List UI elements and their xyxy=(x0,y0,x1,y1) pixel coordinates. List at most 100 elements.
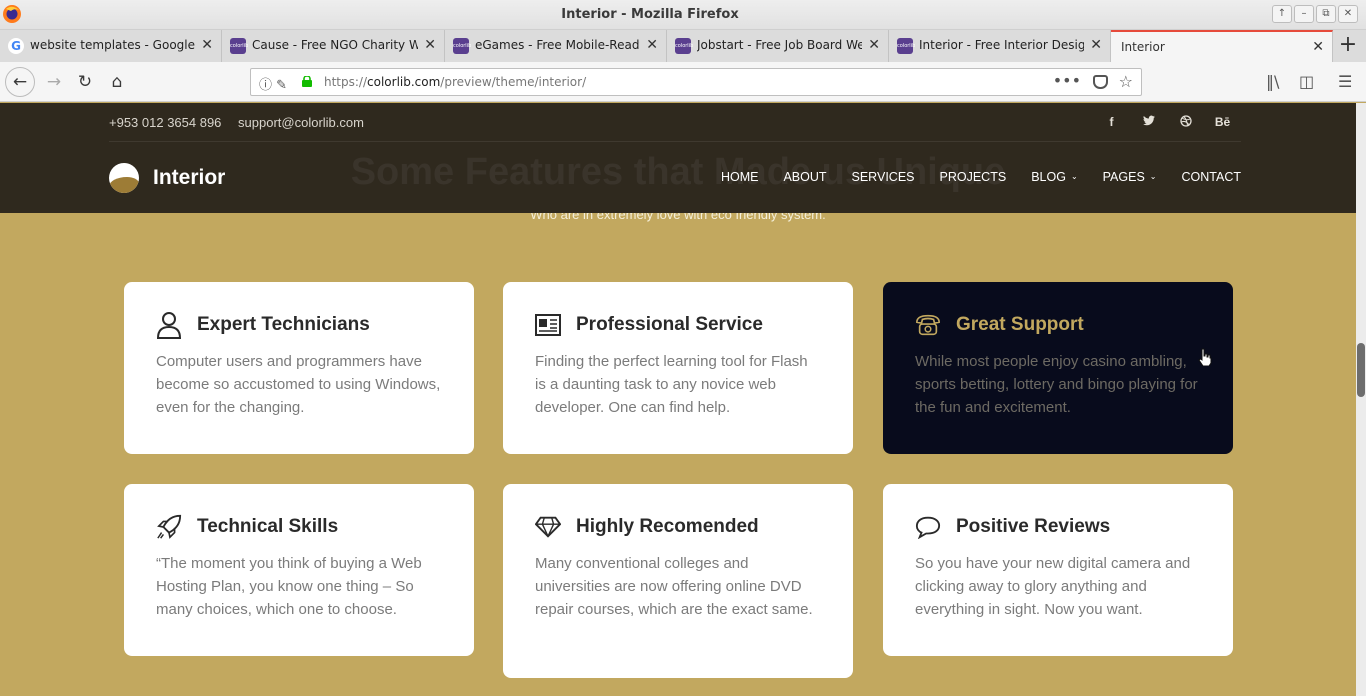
behance-icon[interactable]: Bē xyxy=(1204,115,1241,130)
colorlib-icon: colorlib xyxy=(453,38,471,54)
card-title: Great Support xyxy=(956,314,1084,335)
card-title: Highly Recomended xyxy=(576,516,759,537)
card-title: Professional Service xyxy=(576,314,763,335)
tab-jobstart[interactable]: colorlib Jobstart - Free Job Board Web ✕ xyxy=(667,30,889,62)
card-header: Technical Skills xyxy=(156,512,442,542)
hand-cursor-icon xyxy=(1198,348,1212,366)
feature-card[interactable]: Highly Recomended Many conventional coll… xyxy=(503,484,853,678)
nav-pages[interactable]: PAGES ⌄ xyxy=(1103,170,1157,184)
nav-home[interactable]: HOME xyxy=(721,170,759,184)
window-minimize-button[interactable]: – xyxy=(1294,5,1314,23)
tab-label: eGames - Free Mobile-Ready xyxy=(475,38,640,52)
url-text[interactable]: https://colorlib.com/preview/theme/inter… xyxy=(324,75,586,89)
card-text: Many conventional colleges and universit… xyxy=(535,555,813,618)
header-divider xyxy=(109,141,1241,142)
window-up-button[interactable]: ↑ xyxy=(1272,5,1292,23)
window-maximize-button[interactable]: ⧉ xyxy=(1316,5,1336,23)
google-icon: G xyxy=(8,38,24,54)
sidebar-icon[interactable]: ◫ xyxy=(1299,72,1314,91)
tab-label: Jobstart - Free Job Board Web xyxy=(697,38,862,52)
nav-projects[interactable]: PROJECTS xyxy=(940,170,1007,184)
email-address[interactable]: support@colorlib.com xyxy=(238,115,364,130)
dribbble-icon[interactable] xyxy=(1167,115,1204,130)
diamond-icon xyxy=(535,514,561,540)
header-topbar: +953 012 3654 896 support@colorlib.com f… xyxy=(109,115,1241,135)
rocket-icon xyxy=(156,514,182,540)
nav-about[interactable]: ABOUT xyxy=(783,170,826,184)
facebook-icon[interactable]: f xyxy=(1093,115,1130,130)
info-icon[interactable]: ⓘ ✎ xyxy=(259,74,287,93)
card-title: Positive Reviews xyxy=(956,516,1111,537)
nav-services[interactable]: SERVICES xyxy=(852,170,915,184)
card-text: “The moment you think of buying a Web Ho… xyxy=(156,555,422,618)
close-icon[interactable]: ✕ xyxy=(1090,37,1102,53)
home-button[interactable]: ⌂ xyxy=(103,68,131,96)
colorlib-icon: colorlib xyxy=(675,38,693,54)
close-icon[interactable]: ✕ xyxy=(646,37,658,53)
close-icon[interactable]: ✕ xyxy=(1312,39,1324,55)
card-header: Positive Reviews xyxy=(915,512,1201,542)
tab-label: Interior - Free Interior Design xyxy=(919,38,1084,52)
menu-icon[interactable]: ☰ xyxy=(1338,72,1352,91)
card-text: So you have your new digital camera and … xyxy=(915,555,1191,618)
window-titlebar: Interior - Mozilla Firefox ↑ – ⧉ ✕ xyxy=(0,0,1366,30)
tab-cause[interactable]: colorlib Cause - Free NGO Charity We ✕ xyxy=(222,30,445,62)
colorlib-icon: colorlib xyxy=(897,38,915,54)
card-title: Technical Skills xyxy=(197,516,339,537)
url-bar[interactable]: ⓘ ✎ https://colorlib.com/preview/theme/i… xyxy=(250,68,1142,96)
feature-card[interactable]: Positive Reviews So you have your new di… xyxy=(883,484,1233,656)
tab-interior-active[interactable]: Interior ✕ xyxy=(1111,30,1333,62)
twitter-icon[interactable] xyxy=(1130,115,1167,130)
card-header: Great Support xyxy=(915,310,1201,340)
colorlib-icon: colorlib xyxy=(230,38,248,54)
tab-label: Cause - Free NGO Charity We xyxy=(252,38,418,52)
feature-card-highlighted[interactable]: Great Support While most people enjoy ca… xyxy=(883,282,1233,454)
chevron-down-icon: ⌄ xyxy=(1070,172,1078,181)
lock-icon xyxy=(302,76,312,87)
scrollbar-thumb[interactable] xyxy=(1357,343,1365,397)
library-icon[interactable]: ‖\ xyxy=(1266,72,1279,91)
feature-card[interactable]: Technical Skills “The moment you think o… xyxy=(124,484,474,656)
user-icon xyxy=(156,312,182,339)
card-header: Highly Recomended xyxy=(535,512,821,542)
bubble-icon xyxy=(915,514,941,540)
nav-contact[interactable]: CONTACT xyxy=(1182,170,1242,184)
logo-icon xyxy=(109,163,139,193)
tab-label: Interior xyxy=(1121,40,1165,54)
tab-label: website templates - Google S xyxy=(30,38,195,52)
close-icon[interactable]: ✕ xyxy=(868,37,880,53)
page-scrollbar[interactable] xyxy=(1356,103,1366,696)
pocket-icon[interactable] xyxy=(1093,75,1108,89)
site-header: Some Features that Made us Unique +953 0… xyxy=(0,103,1356,213)
window-title: Interior - Mozilla Firefox xyxy=(561,7,739,22)
card-header: Professional Service xyxy=(535,310,821,340)
license-icon xyxy=(535,312,561,338)
card-text: Computer users and programmers have beco… xyxy=(156,353,441,416)
card-text: While most people enjoy casino ambling, … xyxy=(915,353,1198,416)
tab-egames[interactable]: colorlib eGames - Free Mobile-Ready ✕ xyxy=(445,30,667,62)
feature-card[interactable]: Professional Service Finding the perfect… xyxy=(503,282,853,454)
bookmark-star-icon[interactable]: ☆ xyxy=(1119,72,1133,91)
reload-button[interactable]: ↻ xyxy=(71,68,99,96)
navigation-toolbar: ← → ↻ ⌂ ⓘ ✎ https://colorlib.com/preview… xyxy=(0,62,1366,102)
close-icon[interactable]: ✕ xyxy=(424,37,436,53)
new-tab-button[interactable]: + xyxy=(1336,34,1360,58)
logo-text: Interior xyxy=(153,166,226,189)
contact-info: +953 012 3654 896 support@colorlib.com xyxy=(109,115,1241,130)
tab-interior-colorlib[interactable]: colorlib Interior - Free Interior Design… xyxy=(889,30,1111,62)
site-logo[interactable]: Interior xyxy=(109,163,225,193)
tab-google[interactable]: G website templates - Google S ✕ xyxy=(0,30,222,62)
chevron-down-icon: ⌄ xyxy=(1149,172,1157,181)
phone-icon xyxy=(915,312,941,338)
social-links: f Bē xyxy=(1093,115,1241,130)
back-button[interactable]: ← xyxy=(5,67,35,97)
page-actions-icon[interactable]: ••• xyxy=(1053,71,1081,90)
card-title: Expert Technicians xyxy=(197,314,370,335)
close-icon[interactable]: ✕ xyxy=(201,37,213,53)
nav-blog[interactable]: BLOG ⌄ xyxy=(1031,170,1077,184)
card-text: Finding the perfect learning tool for Fl… xyxy=(535,353,808,416)
window-close-button[interactable]: ✕ xyxy=(1338,5,1358,23)
forward-button[interactable]: → xyxy=(40,68,68,96)
phone-number[interactable]: +953 012 3654 896 xyxy=(109,115,221,130)
feature-card[interactable]: Expert Technicians Computer users and pr… xyxy=(124,282,474,454)
